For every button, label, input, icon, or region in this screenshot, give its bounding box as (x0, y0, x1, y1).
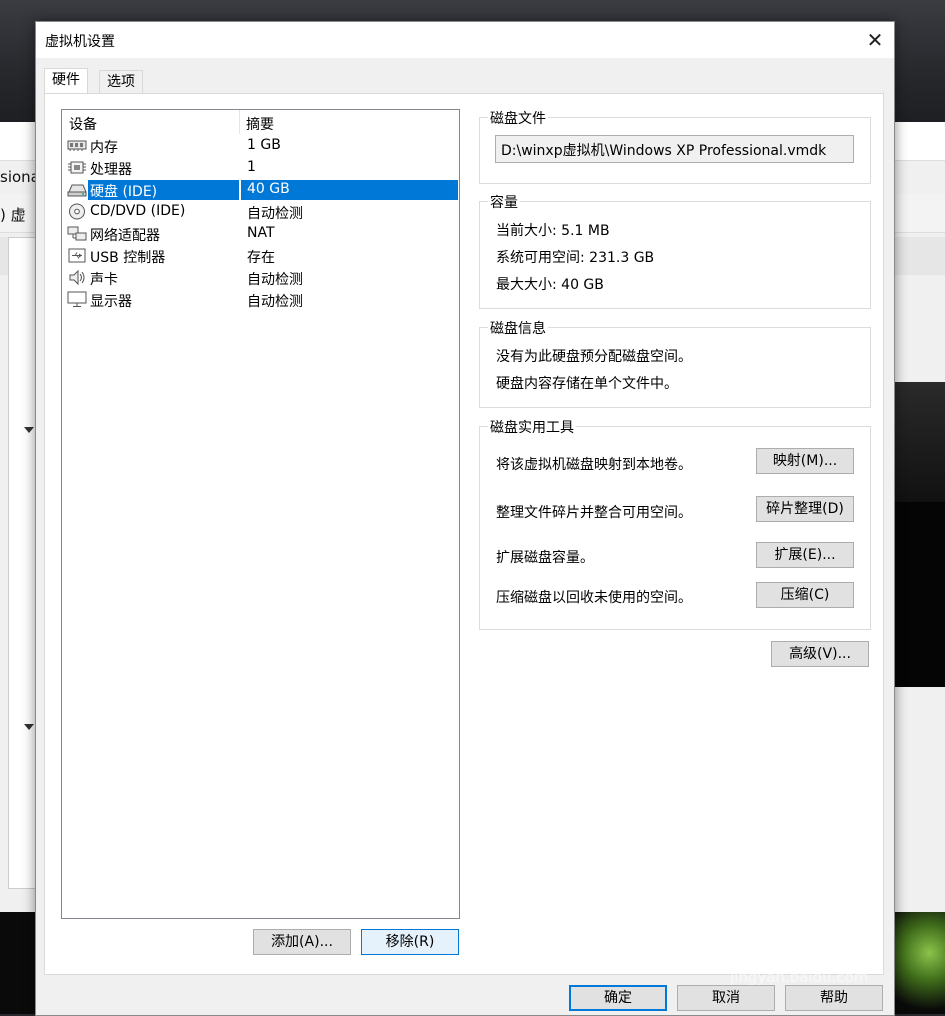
device-list[interactable]: 设备 摘要 内存 1 GB 处理器 1 硬盘 (IDE) 40 GB CD/DV… (61, 109, 460, 919)
device-summary: 1 GB (247, 137, 281, 153)
disk-info-line-1: 没有为此硬盘预分配磁盘空间。 (496, 349, 692, 365)
device-name: 网络适配器 (90, 228, 160, 244)
device-summary: 40 GB (247, 181, 290, 197)
disk-info-line-2: 硬盘内容存储在单个文件中。 (496, 376, 678, 392)
device-name: 显示器 (90, 294, 132, 310)
disk-info-title: 磁盘信息 (488, 318, 548, 338)
background-menu-fragment: ) 虚 (0, 206, 26, 224)
max-size-text: 最大大小: 40 GB (496, 277, 604, 293)
capacity-title: 容量 (488, 192, 520, 212)
tab-hardware[interactable]: 硬件 (44, 68, 88, 93)
title-bar: 虚拟机设置 ✕ (36, 22, 894, 58)
tab-options[interactable]: 选项 (99, 70, 143, 93)
device-list-header: 设备 摘要 (62, 110, 459, 134)
background-title-fragment: siona (0, 168, 40, 186)
expand-arrow-icon (24, 427, 34, 433)
device-row-cd-dvd[interactable]: CD/DVD (IDE) 自动检测 (63, 201, 458, 223)
device-summary: 1 (247, 159, 256, 175)
disk-file-group: 磁盘文件 D:\winxp虚拟机\Windows XP Professional… (479, 108, 871, 184)
disk-file-path: D:\winxp虚拟机\Windows XP Professional.vmdk (501, 143, 827, 159)
hardware-panel: 设备 摘要 内存 1 GB 处理器 1 硬盘 (IDE) 40 GB CD/DV… (44, 93, 884, 975)
device-name: USB 控制器 (90, 250, 166, 266)
device-row-network-adapter[interactable]: 网络适配器 NAT (63, 223, 458, 245)
column-separator[interactable] (239, 110, 240, 134)
device-summary: 自动检测 (247, 294, 303, 310)
capacity-group: 容量 当前大小: 5.1 MB 系统可用空间: 231.3 GB 最大大小: 4… (479, 192, 871, 309)
disk-utilities-group: 磁盘实用工具 将该虚拟机磁盘映射到本地卷。 映射(M)... 整理文件碎片并整合… (479, 417, 871, 630)
disk-file-path-field[interactable]: D:\winxp虚拟机\Windows XP Professional.vmdk (495, 135, 854, 163)
memory-icon (67, 140, 87, 151)
column-header-summary[interactable]: 摘要 (246, 114, 274, 134)
disk-file-title: 磁盘文件 (488, 108, 548, 128)
device-summary: 存在 (247, 250, 275, 266)
close-icon: ✕ (866, 28, 884, 52)
compact-description: 压缩磁盘以回收未使用的空间。 (496, 590, 692, 606)
dialog-title: 虚拟机设置 (45, 34, 115, 50)
usb-icon (68, 248, 86, 263)
map-button[interactable]: 映射(M)... (756, 448, 854, 474)
network-adapter-icon (67, 226, 87, 241)
background-vm-screen-band (893, 382, 945, 502)
device-row-memory[interactable]: 内存 1 GB (63, 135, 458, 157)
expand-description: 扩展磁盘容量。 (496, 550, 594, 566)
device-name: 声卡 (90, 272, 118, 288)
device-summary: NAT (247, 225, 275, 241)
disk-info-group: 磁盘信息 没有为此硬盘预分配磁盘空间。 硬盘内容存储在单个文件中。 (479, 318, 871, 408)
close-button[interactable]: ✕ (860, 26, 890, 54)
ok-button[interactable]: 确定 (569, 985, 667, 1011)
cancel-button[interactable]: 取消 (677, 985, 775, 1011)
disk-utilities-title: 磁盘实用工具 (488, 417, 576, 437)
device-row-usb-controller[interactable]: USB 控制器 存在 (63, 245, 458, 267)
device-row-sound-card[interactable]: 声卡 自动检测 (63, 267, 458, 289)
add-device-button[interactable]: 添加(A)... (253, 929, 351, 955)
expand-button[interactable]: 扩展(E)... (756, 542, 854, 568)
device-name: CD/DVD (IDE) (90, 203, 186, 219)
remove-device-button[interactable]: 移除(R) (361, 929, 459, 955)
sound-card-icon (69, 269, 85, 286)
device-summary: 自动检测 (247, 272, 303, 288)
tab-options-label: 选项 (107, 74, 135, 90)
help-button[interactable]: 帮助 (785, 985, 883, 1011)
expand-arrow-icon (24, 724, 34, 730)
available-space-text: 系统可用空间: 231.3 GB (496, 250, 655, 266)
processor-icon (68, 161, 86, 174)
baidu-jingyan-watermark-url: jingyan.baidu.com (730, 968, 869, 986)
device-row-processor[interactable]: 处理器 1 (63, 157, 458, 179)
current-size-text: 当前大小: 5.1 MB (496, 223, 610, 239)
tab-hardware-label: 硬件 (52, 72, 80, 88)
cd-dvd-icon (69, 203, 85, 220)
vm-settings-dialog: 虚拟机设置 ✕ 硬件 选项 设备 摘要 内存 1 GB 处理器 1 硬盘 (ID… (35, 21, 895, 1016)
display-icon (67, 291, 87, 307)
column-header-device[interactable]: 设备 (69, 114, 97, 134)
device-row-display[interactable]: 显示器 自动检测 (63, 289, 458, 311)
map-description: 将该虚拟机磁盘映射到本地卷。 (496, 457, 692, 473)
device-name: 硬盘 (IDE) (90, 184, 158, 200)
device-row-hard-disk[interactable]: 硬盘 (IDE) 40 GB (63, 179, 458, 201)
advanced-button[interactable]: 高级(V)... (771, 641, 869, 667)
compact-button[interactable]: 压缩(C) (756, 582, 854, 608)
desktop-wallpaper (893, 912, 945, 1014)
device-name: 处理器 (90, 162, 132, 178)
hard-disk-icon (67, 184, 87, 197)
defrag-description: 整理文件碎片并整合可用空间。 (496, 505, 692, 521)
device-name: 内存 (90, 140, 118, 156)
defrag-button[interactable]: 碎片整理(D) (756, 496, 854, 522)
device-summary: 自动检测 (247, 206, 303, 222)
